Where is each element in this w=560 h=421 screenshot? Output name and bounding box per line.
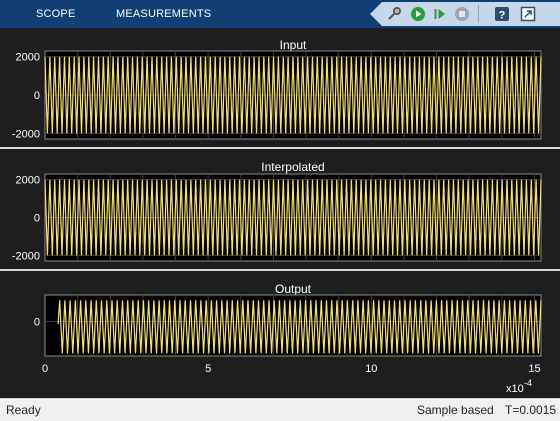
x-axis-scale-exponent: -4 xyxy=(524,378,532,388)
configure-icon[interactable] xyxy=(386,6,402,22)
y-tick-label: -2000 xyxy=(12,250,40,262)
status-sample-mode: Sample based xyxy=(417,403,494,417)
status-ready: Ready xyxy=(6,403,41,417)
scope-plots: Input 2000 0 -2000 Interpolated 2000 0 -2000 Out… xyxy=(12,38,542,395)
scope-plot-area: Input 2000 0 -2000 Interpolated 2000 0 -2000 Out… xyxy=(0,28,560,398)
plot-title: Input xyxy=(280,38,307,52)
panel-divider[interactable] xyxy=(0,147,560,149)
status-time: T=0.0015 xyxy=(505,403,557,417)
tab-measurements[interactable]: MEASUREMENTS xyxy=(116,8,211,20)
x-tick-label: 15 xyxy=(528,363,540,375)
x-tick-label: 10 xyxy=(365,363,377,375)
y-tick-label: 0 xyxy=(34,90,40,102)
status-bar: Ready Sample based T=0.0015 xyxy=(0,398,560,421)
y-tick-label: -2000 xyxy=(12,128,40,140)
y-tick-label: 0 xyxy=(34,317,40,329)
scope-toolbar: SCOPE MEASUREMENTS ? xyxy=(0,0,560,28)
panel-divider[interactable] xyxy=(0,269,560,271)
y-tick-label: 0 xyxy=(34,213,40,225)
x-axis-scale: x10 xyxy=(506,383,524,395)
tab-scope[interactable]: SCOPE xyxy=(36,8,76,20)
x-tick-label: 5 xyxy=(205,363,211,375)
quick-access-toolstrip: ? xyxy=(370,2,560,26)
svg-text:?: ? xyxy=(499,10,506,22)
step-forward-icon[interactable] xyxy=(432,6,448,22)
plot-title: Interpolated xyxy=(261,160,324,174)
help-icon[interactable]: ? xyxy=(494,6,510,22)
run-icon[interactable] xyxy=(410,6,426,22)
stop-icon[interactable] xyxy=(454,6,470,22)
undock-icon[interactable] xyxy=(520,6,536,22)
plot-title: Output xyxy=(275,282,312,296)
y-tick-label: 2000 xyxy=(16,175,40,187)
y-tick-label: 2000 xyxy=(16,52,40,64)
x-tick-label: 0 xyxy=(42,363,48,375)
